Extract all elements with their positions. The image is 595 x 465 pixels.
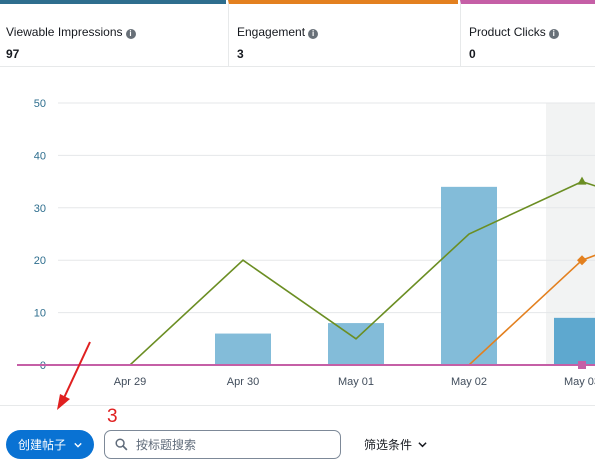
create-post-label: 创建帖子 <box>17 438 66 452</box>
performance-chart: 01020304050Apr 29 Apr 30 May 01 May 02 May 0… <box>17 98 595 388</box>
metric-value: 97 <box>6 47 20 61</box>
x-tick-label: May 02 <box>451 376 487 388</box>
metric-card-viewable-impressions[interactable]: Viewable Impressions i 97 <box>0 0 226 66</box>
metric-label: Viewable Impressions <box>6 25 123 39</box>
chevron-down-icon <box>74 442 82 448</box>
metrics-bar: Viewable Impressions i 97 Engagement i 3 P… <box>0 0 595 67</box>
search-icon <box>115 438 128 451</box>
metric-value: 0 <box>469 47 476 61</box>
info-icon[interactable]: i <box>308 29 319 39</box>
annotation-number: 3 <box>107 406 118 427</box>
metric-card-engagement[interactable]: Engagement i 3 <box>228 0 458 66</box>
y-tick-label: 20 <box>34 255 46 267</box>
metric-label: Product Clicks <box>469 25 546 39</box>
x-tick-label: Apr 29 <box>114 376 146 388</box>
y-tick-label: 40 <box>34 150 46 162</box>
x-tick-label: Apr 30 <box>227 376 259 388</box>
bar <box>554 317 595 365</box>
bar <box>328 323 384 365</box>
y-tick-label: 30 <box>34 203 46 215</box>
search-field[interactable] <box>104 430 341 459</box>
info-icon[interactable]: i <box>548 29 559 39</box>
x-tick-label: May 03 <box>564 376 595 388</box>
series-line <box>17 180 595 366</box>
chevron-down-icon <box>418 442 427 448</box>
bar <box>441 186 497 365</box>
divider <box>0 405 595 406</box>
filter-dropdown[interactable]: 筛选条件 <box>364 436 427 453</box>
y-tick-label: 10 <box>34 308 46 320</box>
metric-label: Engagement <box>237 25 306 39</box>
metric-value: 3 <box>237 47 244 61</box>
info-icon[interactable]: i <box>125 29 136 39</box>
create-post-button[interactable]: 创建帖子 <box>6 430 94 459</box>
bar <box>215 333 271 365</box>
filter-label: 筛选条件 <box>364 438 413 452</box>
metric-card-product-clicks[interactable]: Product Clicks i 0 <box>460 0 595 66</box>
x-tick-label: May 01 <box>338 376 374 388</box>
search-input[interactable] <box>134 436 328 453</box>
data-point <box>578 361 586 369</box>
series-line <box>17 254 595 366</box>
y-tick-label: 50 <box>34 98 46 110</box>
